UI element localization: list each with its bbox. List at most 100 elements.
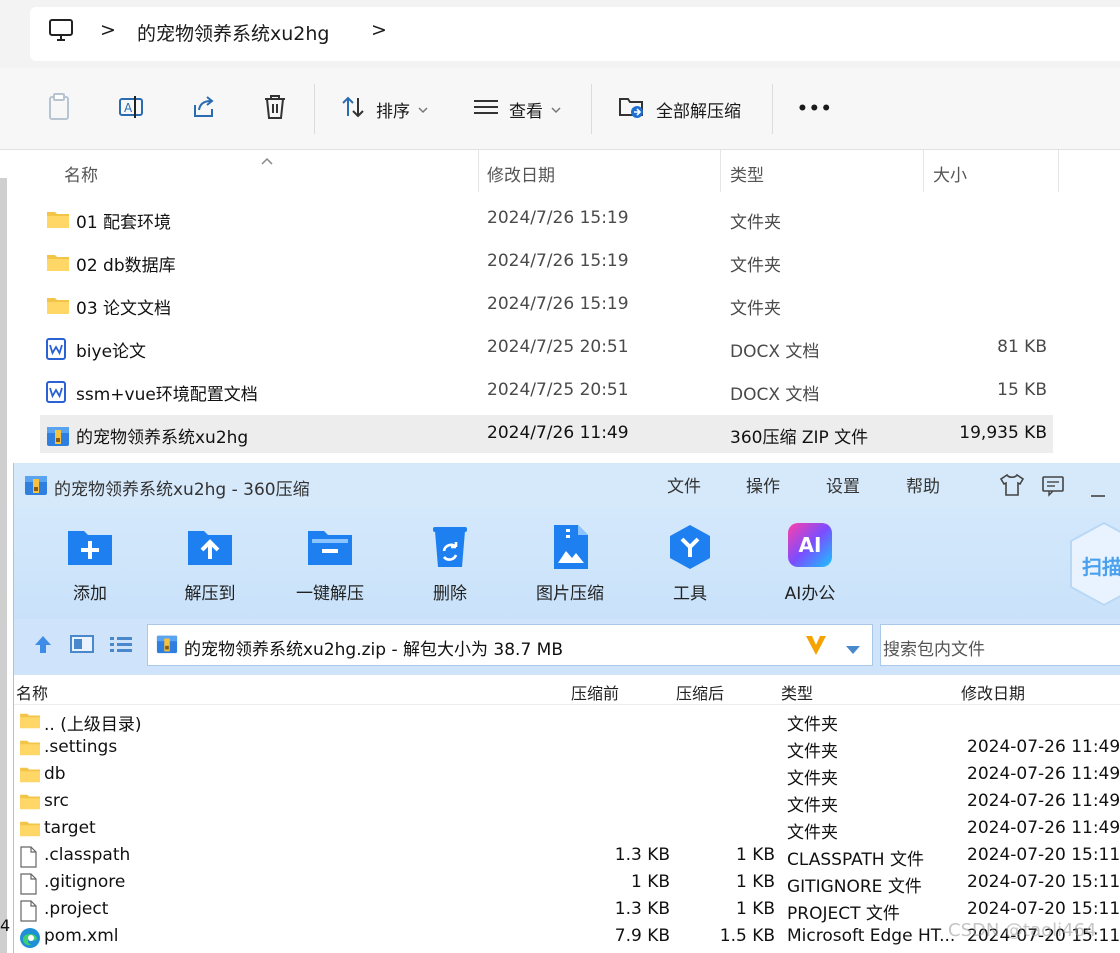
svg-text:A: A — [124, 101, 133, 115]
watermark: CSDN @taoli464 — [948, 920, 1097, 941]
share-button[interactable] — [190, 92, 218, 126]
ai-office-label: AI办公 — [784, 584, 836, 604]
column-header-name[interactable]: 名称 — [64, 161, 98, 186]
entry-type: 文件夹 — [787, 769, 838, 789]
list-view-icon[interactable] — [109, 634, 133, 658]
feedback-icon[interactable] — [1041, 473, 1065, 501]
add-button[interactable]: 添加 — [42, 517, 138, 604]
menu-operation[interactable]: 操作 — [746, 472, 780, 497]
delete-button[interactable] — [262, 92, 288, 126]
folder-icon — [19, 765, 41, 788]
archive-entry[interactable]: .settings 文件夹 2024-07-26 11:49 — [14, 734, 1120, 762]
file-row-selected[interactable]: 的宠物领养系统xu2hg 2024/7/26 11:49 360压缩 ZIP 文… — [40, 415, 1053, 453]
view-label: 查看 — [509, 101, 543, 122]
scan-button[interactable]: 扫描 — [1069, 519, 1120, 609]
file-type: 文件夹 — [730, 213, 781, 233]
menu-help[interactable]: 帮助 — [906, 472, 940, 497]
extract-to-icon — [186, 523, 234, 571]
one-click-extract-button[interactable]: 一键解压 — [282, 517, 378, 604]
column-header-size[interactable]: 大小 — [933, 161, 967, 186]
folder-icon — [46, 295, 70, 319]
add-folder-icon — [66, 523, 114, 571]
entry-modified: 2024-07-26 11:49 — [967, 737, 1120, 757]
one-click-extract-icon — [306, 523, 354, 571]
search-in-archive-input[interactable]: 搜索包内文件 — [880, 624, 1120, 666]
view-button[interactable]: 查看 — [473, 92, 561, 126]
delete-archive-button[interactable]: 删除 — [402, 517, 498, 604]
file-row[interactable]: ssm+vue环境配置文档 2024/7/25 20:51 DOCX 文档 15… — [40, 372, 1053, 410]
column-separator[interactable] — [923, 150, 924, 192]
column-header-modified[interactable]: 修改日期 — [487, 161, 555, 186]
column-separator[interactable] — [478, 150, 479, 192]
dropdown-triangle-icon[interactable] — [845, 640, 861, 659]
image-compress-button[interactable]: 图片压缩 — [522, 517, 618, 604]
column-separator[interactable] — [1058, 150, 1059, 192]
archive-path-text: 的宠物领养系统xu2hg.zip - 解包大小为 38.7 MB — [184, 640, 563, 660]
zip-column-after[interactable]: 压缩后 — [676, 680, 724, 704]
v-logo-icon[interactable] — [803, 632, 829, 662]
zip-archive-icon — [46, 424, 70, 452]
archive-entry[interactable]: target 文件夹 2024-07-26 11:49 — [14, 815, 1120, 843]
archive-entry[interactable]: .. (上级目录) 文件夹 — [14, 707, 1120, 735]
image-compress-icon — [546, 523, 594, 571]
search-placeholder: 搜索包内文件 — [883, 640, 985, 660]
archive-entry[interactable]: db 文件夹 2024-07-26 11:49 — [14, 761, 1120, 789]
copy-button[interactable] — [46, 92, 72, 126]
minimize-icon[interactable] — [1090, 483, 1106, 502]
column-header-type[interactable]: 类型 — [730, 161, 764, 186]
menu-settings[interactable]: 设置 — [826, 472, 860, 497]
file-row[interactable]: 03 论文文档 2024/7/26 15:19 文件夹 — [40, 286, 1053, 324]
sort-label: 排序 — [376, 101, 410, 122]
edge-icon — [19, 927, 41, 953]
this-pc-icon[interactable] — [48, 17, 74, 47]
entry-size-after: 1 KB — [735, 899, 775, 919]
file-row[interactable]: 02 db数据库 2024/7/26 15:19 文件夹 — [40, 243, 1053, 281]
archive-path-field[interactable]: 的宠物领养系统xu2hg.zip - 解包大小为 38.7 MB — [147, 624, 873, 666]
thumbnail-view-icon[interactable] — [70, 634, 94, 658]
menu-file[interactable]: 文件 — [667, 472, 701, 497]
column-separator[interactable] — [720, 150, 721, 192]
entry-size-after: 1.5 KB — [719, 926, 775, 946]
left-window-edge — [0, 178, 7, 953]
file-modified: 2024/7/26 15:19 — [487, 294, 629, 314]
archive-entry[interactable]: src 文件夹 2024-07-26 11:49 — [14, 788, 1120, 816]
breadcrumb-separator[interactable]: > — [100, 19, 116, 41]
go-up-icon[interactable] — [32, 633, 54, 659]
extract-to-button[interactable]: 解压到 — [162, 517, 258, 604]
tools-button[interactable]: 工具 — [642, 517, 738, 604]
entry-modified: 2024-07-26 11:49 — [967, 791, 1120, 811]
file-row[interactable]: biye论文 2024/7/25 20:51 DOCX 文档 81 KB — [40, 329, 1053, 367]
rename-icon: A — [118, 93, 146, 126]
archive-entry[interactable]: .classpath 1.3 KB 1 KB CLASSPATH 文件 2024… — [14, 842, 1120, 870]
file-modified: 2024/7/26 15:19 — [487, 251, 629, 271]
file-size: 81 KB — [997, 337, 1047, 357]
archive-entry[interactable]: .project 1.3 KB 1 KB PROJECT 文件 2024-07-… — [14, 896, 1120, 924]
add-label: 添加 — [73, 584, 107, 604]
ai-office-button[interactable]: AI AI办公 — [762, 517, 858, 604]
extract-all-button[interactable]: 全部解压缩 — [618, 92, 741, 126]
left-edge-number: 4 — [0, 916, 11, 935]
sort-button[interactable]: 排序 — [340, 92, 428, 126]
breadcrumb-current-folder[interactable]: 的宠物领养系统xu2hg — [137, 19, 329, 46]
rename-button[interactable]: A — [118, 92, 146, 126]
zip-column-modified[interactable]: 修改日期 — [961, 680, 1025, 704]
archive-entry[interactable]: .gitignore 1 KB 1 KB GITIGNORE 文件 2024-0… — [14, 869, 1120, 897]
more-label: ••• — [797, 99, 833, 119]
folder-icon — [19, 819, 41, 842]
ai-badge: AI — [788, 523, 832, 567]
entry-size-before: 1 KB — [630, 872, 670, 892]
zip-column-type[interactable]: 类型 — [781, 680, 813, 704]
breadcrumb-trail-separator[interactable]: > — [371, 19, 387, 41]
toolbar-divider — [314, 84, 315, 134]
file-name: ssm+vue环境配置文档 — [76, 385, 258, 405]
entry-name: .classpath — [44, 845, 131, 865]
zip-column-before[interactable]: 压缩前 — [571, 680, 619, 704]
entry-size-after: 1 KB — [735, 845, 775, 865]
skin-shirt-icon[interactable] — [999, 473, 1025, 501]
zip-column-name[interactable]: 名称 — [16, 680, 48, 704]
folder-icon — [46, 252, 70, 276]
more-options-button[interactable]: ••• — [797, 92, 833, 126]
zip-app-icon — [24, 473, 48, 501]
file-row[interactable]: 01 配套环境 2024/7/26 15:19 文件夹 — [40, 200, 1053, 238]
wps-doc-icon — [46, 338, 66, 364]
